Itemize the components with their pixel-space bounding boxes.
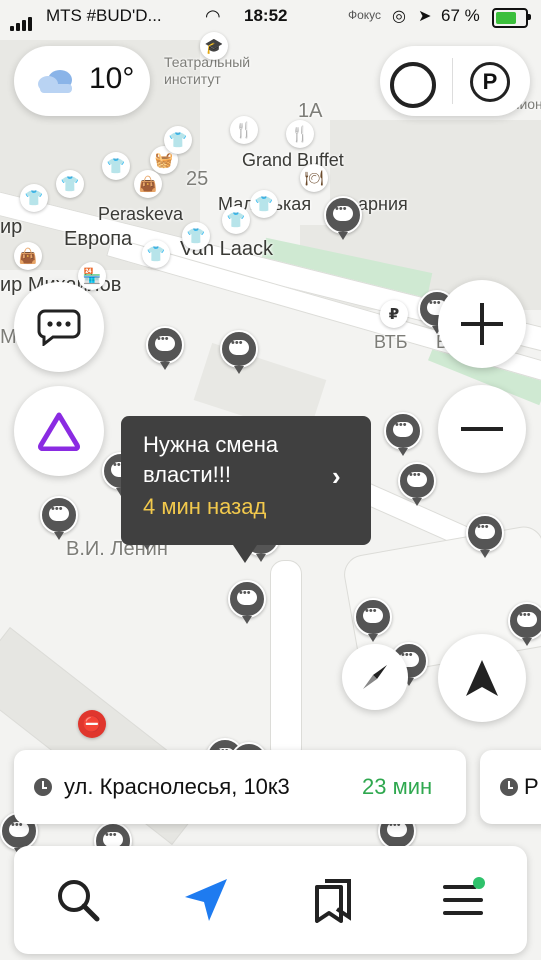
cloud-icon	[38, 70, 72, 93]
map-label-grand-buffet: Grand Buffet	[242, 150, 344, 170]
comment-pin-icon[interactable]	[220, 330, 258, 374]
clothes-poi-icon[interactable]: 👕	[20, 184, 48, 212]
battery-icon	[492, 8, 531, 28]
clothes-poi-icon[interactable]: 👕	[142, 240, 170, 268]
tab-navigation[interactable]	[142, 846, 270, 954]
comment-pin-icon[interactable]	[384, 412, 422, 456]
clothes-poi-icon[interactable]: 👕	[222, 206, 250, 234]
tooltip-time: 4 мин назад	[143, 494, 267, 519]
comment-pin-icon[interactable]	[398, 462, 436, 506]
restaurant-poi-icon[interactable]: 🍴	[230, 116, 258, 144]
compass-icon	[363, 665, 387, 689]
tooltip-message: Нужна смена власти!!!	[143, 432, 279, 487]
zoom-out-button[interactable]	[438, 385, 526, 473]
comment-pin-icon[interactable]	[354, 598, 392, 642]
alice-assistant-button[interactable]	[14, 386, 104, 476]
orientation-lock-icon: ◎	[392, 8, 406, 25]
comment-pin-icon[interactable]	[228, 580, 266, 624]
parking-button[interactable]: P	[470, 62, 510, 102]
zoom-in-button[interactable]	[438, 280, 526, 368]
map-label-ir: ир	[0, 216, 23, 238]
plus-icon	[461, 303, 503, 345]
map-label-25: 25	[186, 168, 209, 190]
chat-icon	[37, 309, 81, 346]
location-arrow-icon	[466, 660, 498, 696]
map-label-evropa: Европа	[64, 228, 133, 250]
clock-icon	[34, 778, 52, 796]
clothes-poi-icon[interactable]: 👕	[250, 190, 278, 218]
minus-icon	[461, 427, 503, 431]
compass-button[interactable]	[342, 644, 408, 710]
status-focus-label: Фокус	[348, 8, 382, 22]
navigation-arrow-icon	[185, 879, 227, 921]
map-label-peraskeva: Peraskeva	[98, 204, 184, 224]
clothes-poi-icon[interactable]: 👕	[164, 126, 192, 154]
tab-bookmarks[interactable]	[270, 846, 398, 954]
clock-icon	[500, 778, 518, 796]
map-label-theatre: Театральный институт	[164, 54, 251, 87]
restaurant-poi-icon[interactable]: 🍴	[286, 120, 314, 148]
theatre-poi-icon[interactable]: 🎓	[200, 32, 228, 60]
location-icon: ➤	[418, 8, 432, 25]
comment-pin-icon[interactable]	[324, 196, 362, 240]
alice-icon	[38, 412, 80, 451]
comment-pin-icon[interactable]	[40, 496, 78, 540]
no-entry-icon: ⛔	[78, 710, 106, 738]
battery-percent: 67 %	[441, 6, 480, 25]
weather-widget[interactable]: 10°	[14, 46, 150, 116]
chevron-right-icon[interactable]: ›	[332, 461, 341, 492]
signal-icon	[10, 11, 34, 31]
route-address: ул. Краснолесья, 10к3	[64, 774, 290, 799]
bank-poi-icon[interactable]: ₽	[380, 300, 408, 328]
chat-button[interactable]	[14, 282, 104, 372]
route-duration: 23 мин	[362, 774, 433, 799]
bottom-tab-bar	[14, 846, 527, 954]
layers-button[interactable]	[390, 62, 436, 108]
menu-icon	[443, 877, 485, 915]
bag-poi-icon[interactable]: 👜	[14, 242, 42, 270]
clothes-poi-icon[interactable]: 👕	[102, 152, 130, 180]
clothes-poi-icon[interactable]: 👕	[182, 222, 210, 250]
clothes-poi-icon[interactable]: 👕	[56, 170, 84, 198]
route-card-next[interactable]: Р	[480, 750, 541, 824]
comment-pin-icon[interactable]	[466, 514, 504, 558]
divider	[452, 58, 453, 104]
bag-poi-icon[interactable]: 👜	[134, 170, 162, 198]
bookmarks-icon	[315, 879, 351, 923]
comment-pin-icon[interactable]	[508, 602, 541, 646]
map-label-arniya: арния	[358, 194, 408, 214]
status-time: 18:52	[244, 6, 288, 25]
tab-menu[interactable]	[399, 846, 527, 954]
wifi-icon: ◠	[205, 6, 221, 26]
status-bar: MTS #BUD'D... ◠ 18:52 Фокус ◎ ➤ 67 %	[0, 0, 541, 34]
weather-temperature: 10°	[89, 62, 135, 95]
map-label-vtb: ВТБ	[374, 332, 408, 352]
restaurant-poi-icon[interactable]: 🍽	[300, 164, 328, 192]
search-icon	[58, 880, 100, 922]
carrier-name: MTS #BUD'D...	[46, 6, 162, 25]
route-next-label: Р	[524, 774, 539, 799]
route-card[interactable]: ул. Краснолесья, 10к3 23 мин	[14, 750, 466, 824]
comment-pin-icon[interactable]	[146, 326, 184, 370]
shop-poi-icon[interactable]: 🏪	[78, 262, 106, 290]
my-location-button[interactable]	[438, 634, 526, 722]
tab-search[interactable]	[14, 846, 142, 954]
